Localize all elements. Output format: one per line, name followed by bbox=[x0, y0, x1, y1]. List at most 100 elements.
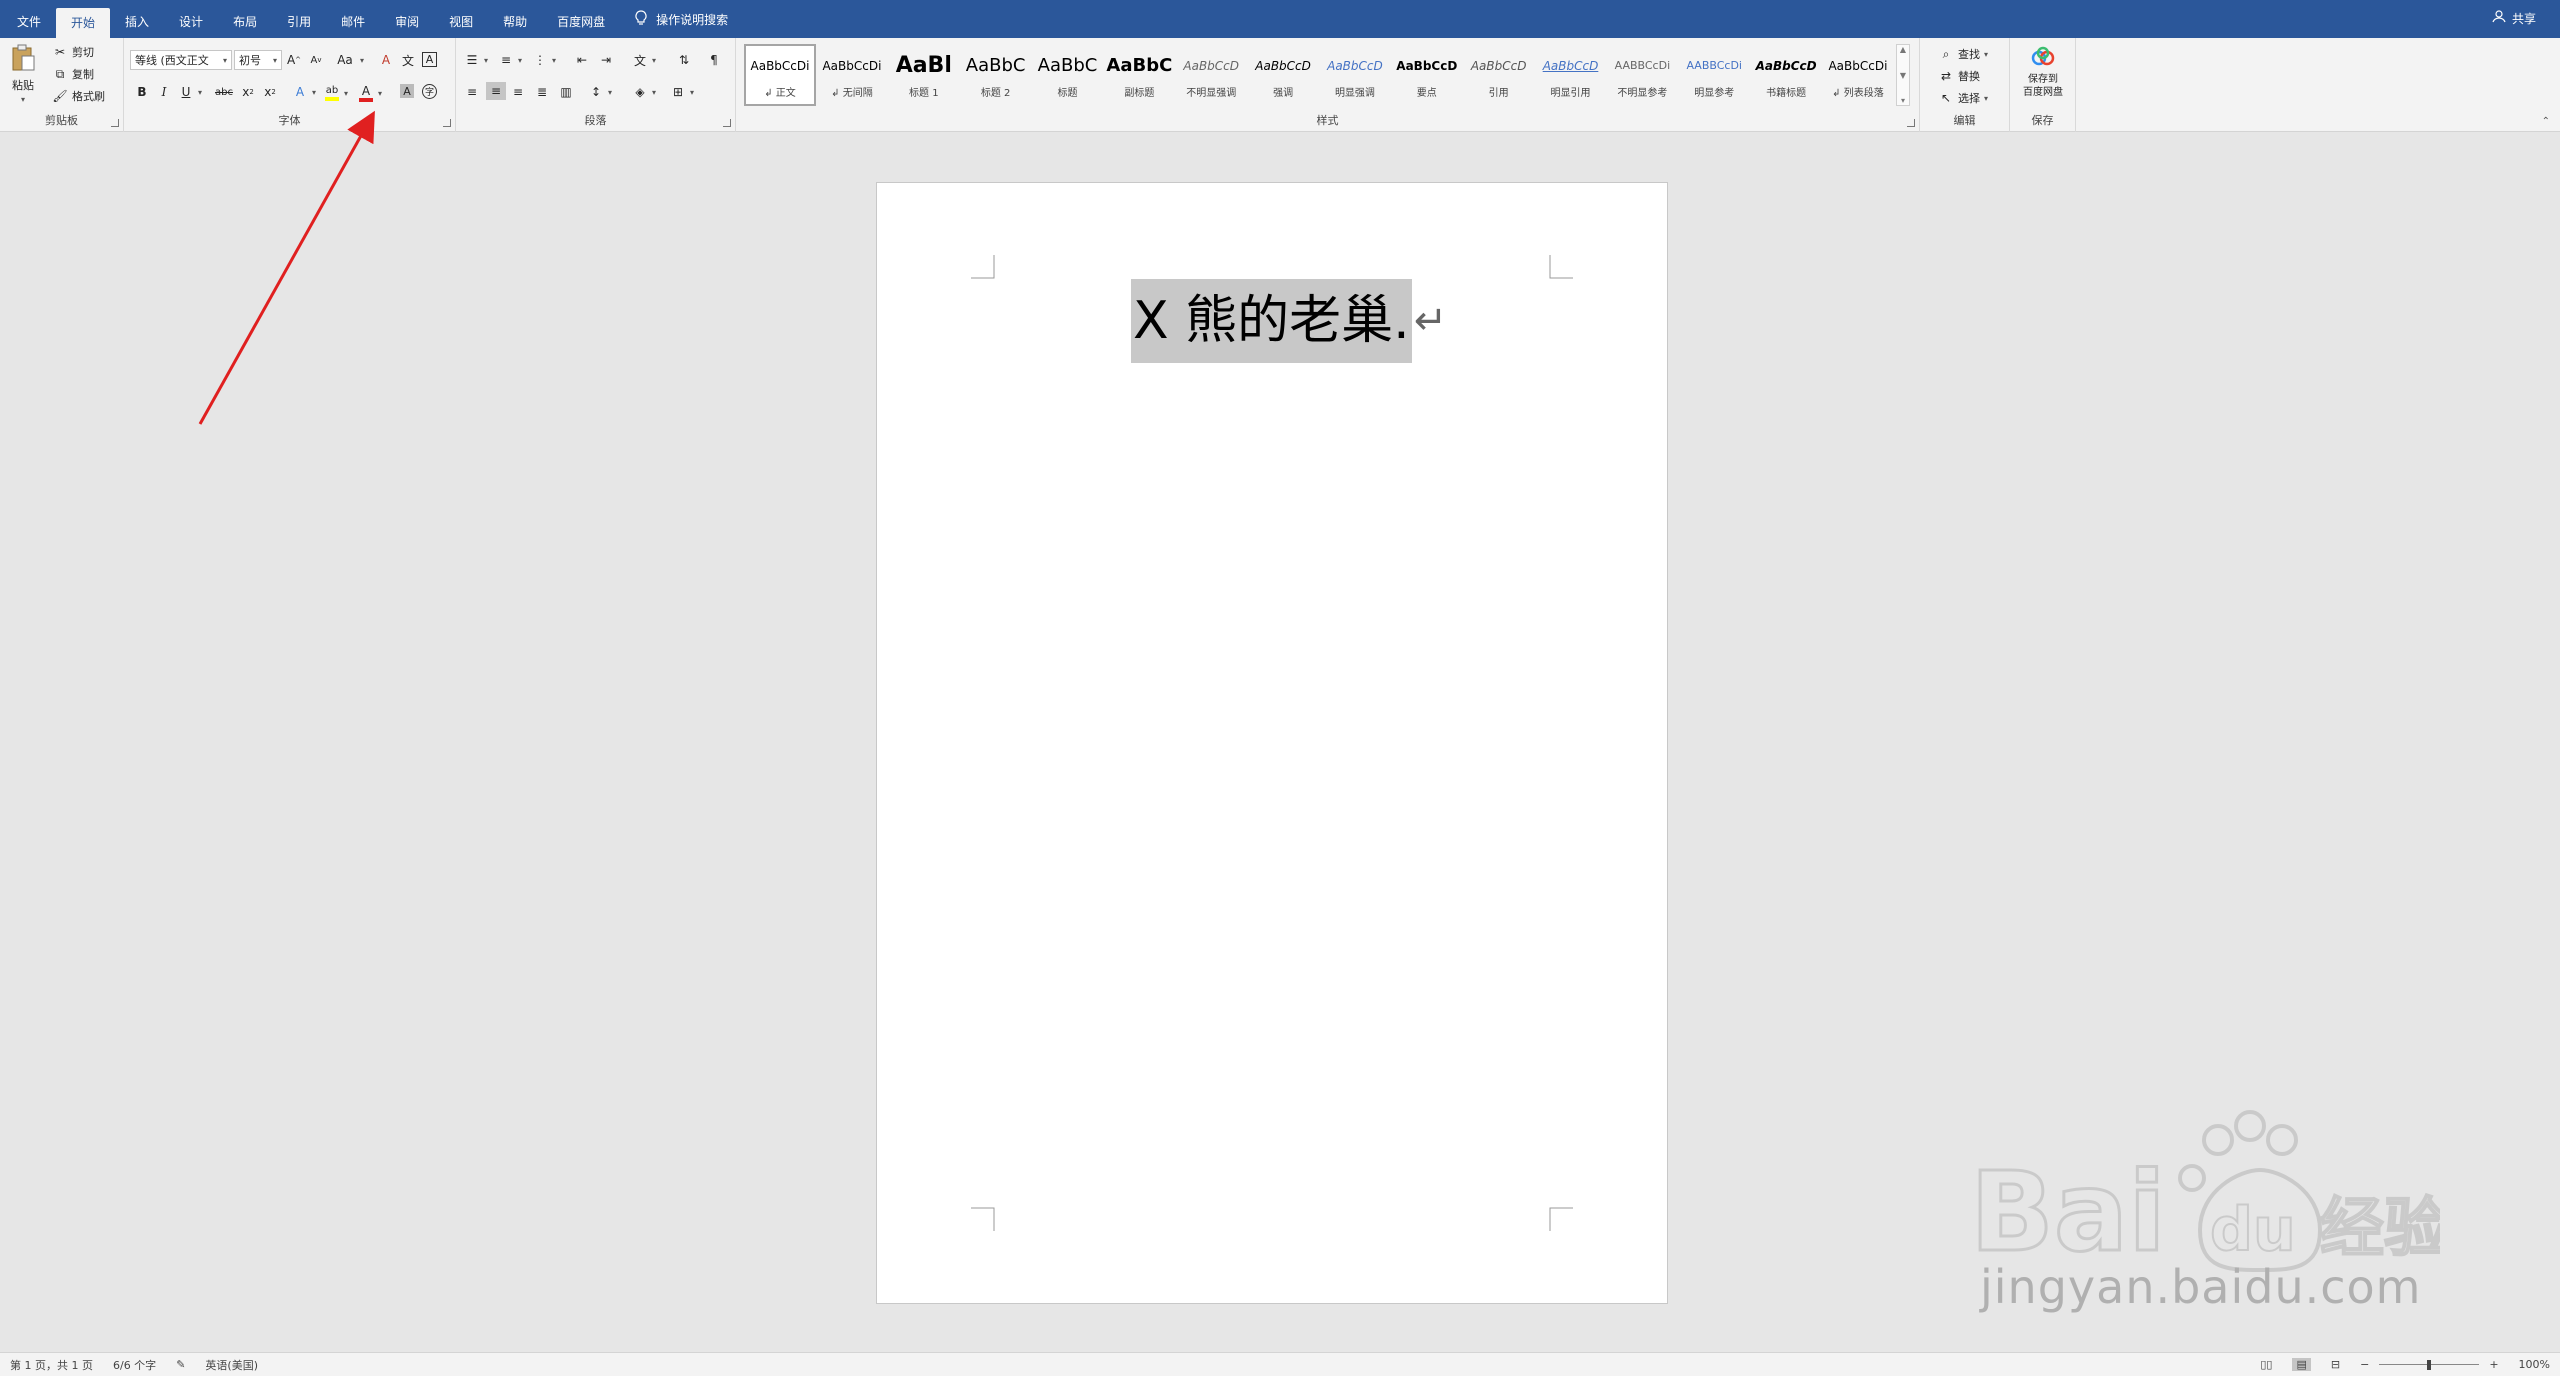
clipboard-dialog-launcher[interactable] bbox=[111, 119, 119, 127]
shading-button[interactable]: ◈ ▾ bbox=[632, 84, 656, 100]
numbering-icon: ≡ bbox=[500, 53, 512, 67]
style-subtle-emphasis[interactable]: AaBbCcD 不明显强调 bbox=[1175, 44, 1247, 106]
save-group-label: 保存 bbox=[2031, 114, 2054, 127]
document-paragraph[interactable]: X 熊的老巢. ↵ bbox=[1131, 279, 1447, 363]
zoom-in-button[interactable]: + bbox=[2489, 1358, 2498, 1371]
bullets-button[interactable]: ☰ ▾ bbox=[464, 52, 488, 68]
tab-references[interactable]: 引用 bbox=[272, 0, 326, 38]
print-layout-icon[interactable]: ▤ bbox=[2292, 1358, 2311, 1371]
align-center-button[interactable]: ≡ bbox=[486, 82, 506, 100]
enclose-characters-button[interactable]: 字 bbox=[422, 84, 437, 99]
style-intense-reference[interactable]: AABBCcDi 明显参考 bbox=[1678, 44, 1750, 106]
zoom-out-button[interactable]: − bbox=[2360, 1358, 2369, 1371]
save-to-baidu-netdisk-button[interactable]: 保存到 百度网盘 bbox=[2014, 46, 2072, 99]
select-button[interactable]: ↖ 选择 ▾ bbox=[1938, 90, 1988, 106]
clear-formatting-button[interactable]: A bbox=[378, 52, 394, 68]
increase-indent-button[interactable]: ⇥ bbox=[598, 52, 614, 68]
style-normal[interactable]: AaBbCcDi ↲ 正文 bbox=[744, 44, 816, 106]
style-emphasis[interactable]: AaBbCcD 强调 bbox=[1247, 44, 1319, 106]
styles-dialog-launcher[interactable] bbox=[1907, 119, 1915, 127]
align-right-button[interactable]: ≡ bbox=[510, 84, 526, 100]
font-size-box[interactable]: 初号 ▾ bbox=[234, 50, 282, 70]
superscript-button[interactable]: x2 bbox=[262, 84, 278, 100]
text-effects-button[interactable]: A ▾ bbox=[292, 84, 316, 100]
style-heading-1[interactable]: AaBl 标题 1 bbox=[888, 44, 960, 106]
style-strong[interactable]: AaBbCcD 要点 bbox=[1391, 44, 1463, 106]
tab-layout[interactable]: 布局 bbox=[218, 0, 272, 38]
tab-home[interactable]: 开始 bbox=[56, 8, 111, 38]
style-no-spacing[interactable]: AaBbCcDi ↲ 无间隔 bbox=[816, 44, 888, 106]
borders-button[interactable]: ⊞ ▾ bbox=[670, 84, 694, 100]
tab-design[interactable]: 设计 bbox=[164, 0, 218, 38]
font-dialog-launcher[interactable] bbox=[443, 119, 451, 127]
shrink-font-button[interactable]: Av bbox=[308, 52, 324, 68]
read-mode-icon[interactable]: ▯▯ bbox=[2260, 1358, 2272, 1371]
chevron-up-icon[interactable]: ▲ bbox=[1900, 45, 1906, 54]
document-page[interactable]: X 熊的老巢. ↵ bbox=[876, 182, 1668, 1304]
tab-file[interactable]: 文件 bbox=[2, 0, 56, 38]
style-quote[interactable]: AaBbCcD 引用 bbox=[1463, 44, 1535, 106]
font-color-button[interactable]: A ▾ bbox=[358, 84, 382, 102]
styles-gallery-scroll[interactable]: ▲ ▼ ▾ bbox=[1896, 44, 1910, 106]
web-layout-icon[interactable]: ⊟ bbox=[2331, 1358, 2340, 1371]
show-marks-button[interactable]: ¶ bbox=[706, 52, 722, 68]
numbering-button[interactable]: ≡ ▾ bbox=[498, 52, 522, 68]
tab-review[interactable]: 审阅 bbox=[380, 0, 434, 38]
style-subtle-reference[interactable]: AABBCcDi 不明显参考 bbox=[1606, 44, 1678, 106]
paste-button[interactable]: 粘贴 ▾ bbox=[10, 44, 36, 104]
distributed-button[interactable]: ▥ bbox=[558, 84, 574, 100]
selected-text[interactable]: X 熊的老巢. bbox=[1131, 279, 1412, 363]
sort-button[interactable]: ⇅ bbox=[676, 52, 692, 68]
zoom-slider[interactable] bbox=[2379, 1359, 2480, 1370]
format-painter-button[interactable]: 🖌 格式刷 bbox=[52, 88, 105, 104]
grow-font-button[interactable]: A ^ bbox=[286, 52, 302, 68]
chevron-down-icon[interactable]: ▼ bbox=[1900, 71, 1906, 80]
copy-button[interactable]: ⧉ 复制 bbox=[52, 66, 94, 82]
phonetic-guide-button[interactable]: 文 bbox=[400, 52, 416, 68]
replace-button[interactable]: ⇄ 替换 bbox=[1938, 68, 1980, 84]
font-name-box[interactable]: 等线 (西文正文 ▾ bbox=[130, 50, 232, 70]
proofing-icon[interactable]: ✎ bbox=[176, 1358, 185, 1371]
italic-button[interactable]: I bbox=[156, 84, 172, 100]
tab-help[interactable]: 帮助 bbox=[488, 0, 542, 38]
chinese-layout-button[interactable]: 文 ▾ bbox=[632, 52, 656, 68]
tab-view[interactable]: 视图 bbox=[434, 0, 488, 38]
justify-button[interactable]: ≣ bbox=[534, 84, 550, 100]
find-button[interactable]: ⌕ 查找 ▾ bbox=[1938, 46, 1988, 62]
more-icon[interactable]: ▾ bbox=[1901, 96, 1905, 105]
paragraph-dialog-launcher[interactable] bbox=[723, 119, 731, 127]
style-intense-emphasis[interactable]: AaBbCcD 明显强调 bbox=[1319, 44, 1391, 106]
underline-button[interactable]: U ▾ bbox=[178, 84, 202, 100]
page-count[interactable]: 第 1 页，共 1 页 bbox=[10, 1357, 93, 1373]
word-count[interactable]: 6/6 个字 bbox=[113, 1357, 156, 1373]
zoom-level[interactable]: 100% bbox=[2519, 1358, 2550, 1371]
strikethrough-button[interactable]: abc bbox=[215, 84, 233, 100]
tab-baidu-netdisk[interactable]: 百度网盘 bbox=[542, 0, 620, 38]
align-left-button[interactable]: ≡ bbox=[464, 84, 480, 100]
character-shading-button[interactable]: A bbox=[400, 84, 414, 98]
cut-button[interactable]: ✂ 剪切 bbox=[52, 44, 94, 60]
style-book-title[interactable]: AaBbCcD 书籍标题 bbox=[1750, 44, 1822, 106]
multilevel-list-button[interactable]: ⋮ ▾ bbox=[532, 52, 556, 68]
style-heading-2[interactable]: AaBbC 标题 2 bbox=[960, 44, 1032, 106]
decrease-indent-button[interactable]: ⇤ bbox=[574, 52, 590, 68]
bold-button[interactable]: B bbox=[134, 84, 150, 100]
change-case-button[interactable]: Aa ▾ bbox=[334, 52, 364, 68]
style-list-paragraph[interactable]: AaBbCcDi ↲ 列表段落 bbox=[1822, 44, 1894, 106]
style-subtitle[interactable]: AaBbC 副标题 bbox=[1103, 44, 1175, 106]
language-indicator[interactable]: 英语(美国) bbox=[205, 1357, 258, 1373]
style-name: 强调 bbox=[1273, 87, 1294, 99]
line-spacing-button[interactable]: ↕ ▾ bbox=[588, 84, 612, 100]
tab-insert[interactable]: 插入 bbox=[110, 0, 164, 38]
character-border-button[interactable]: A bbox=[422, 52, 437, 67]
align-right-icon: ≡ bbox=[512, 85, 524, 99]
share-button[interactable]: 共享 bbox=[2492, 0, 2536, 38]
zoom-slider-thumb[interactable] bbox=[2427, 1359, 2432, 1370]
highlight-button[interactable]: ab ▾ bbox=[324, 84, 348, 102]
style-intense-quote[interactable]: AaBbCcD 明显引用 bbox=[1535, 44, 1607, 106]
subscript-button[interactable]: x2 bbox=[240, 84, 256, 100]
tab-mailings[interactable]: 邮件 bbox=[326, 0, 380, 38]
tell-me-search[interactable]: 操作说明搜索 bbox=[634, 0, 728, 38]
style-title[interactable]: AaBbC 标题 bbox=[1032, 44, 1104, 106]
collapse-ribbon-button[interactable]: ⌃ bbox=[2542, 116, 2550, 127]
